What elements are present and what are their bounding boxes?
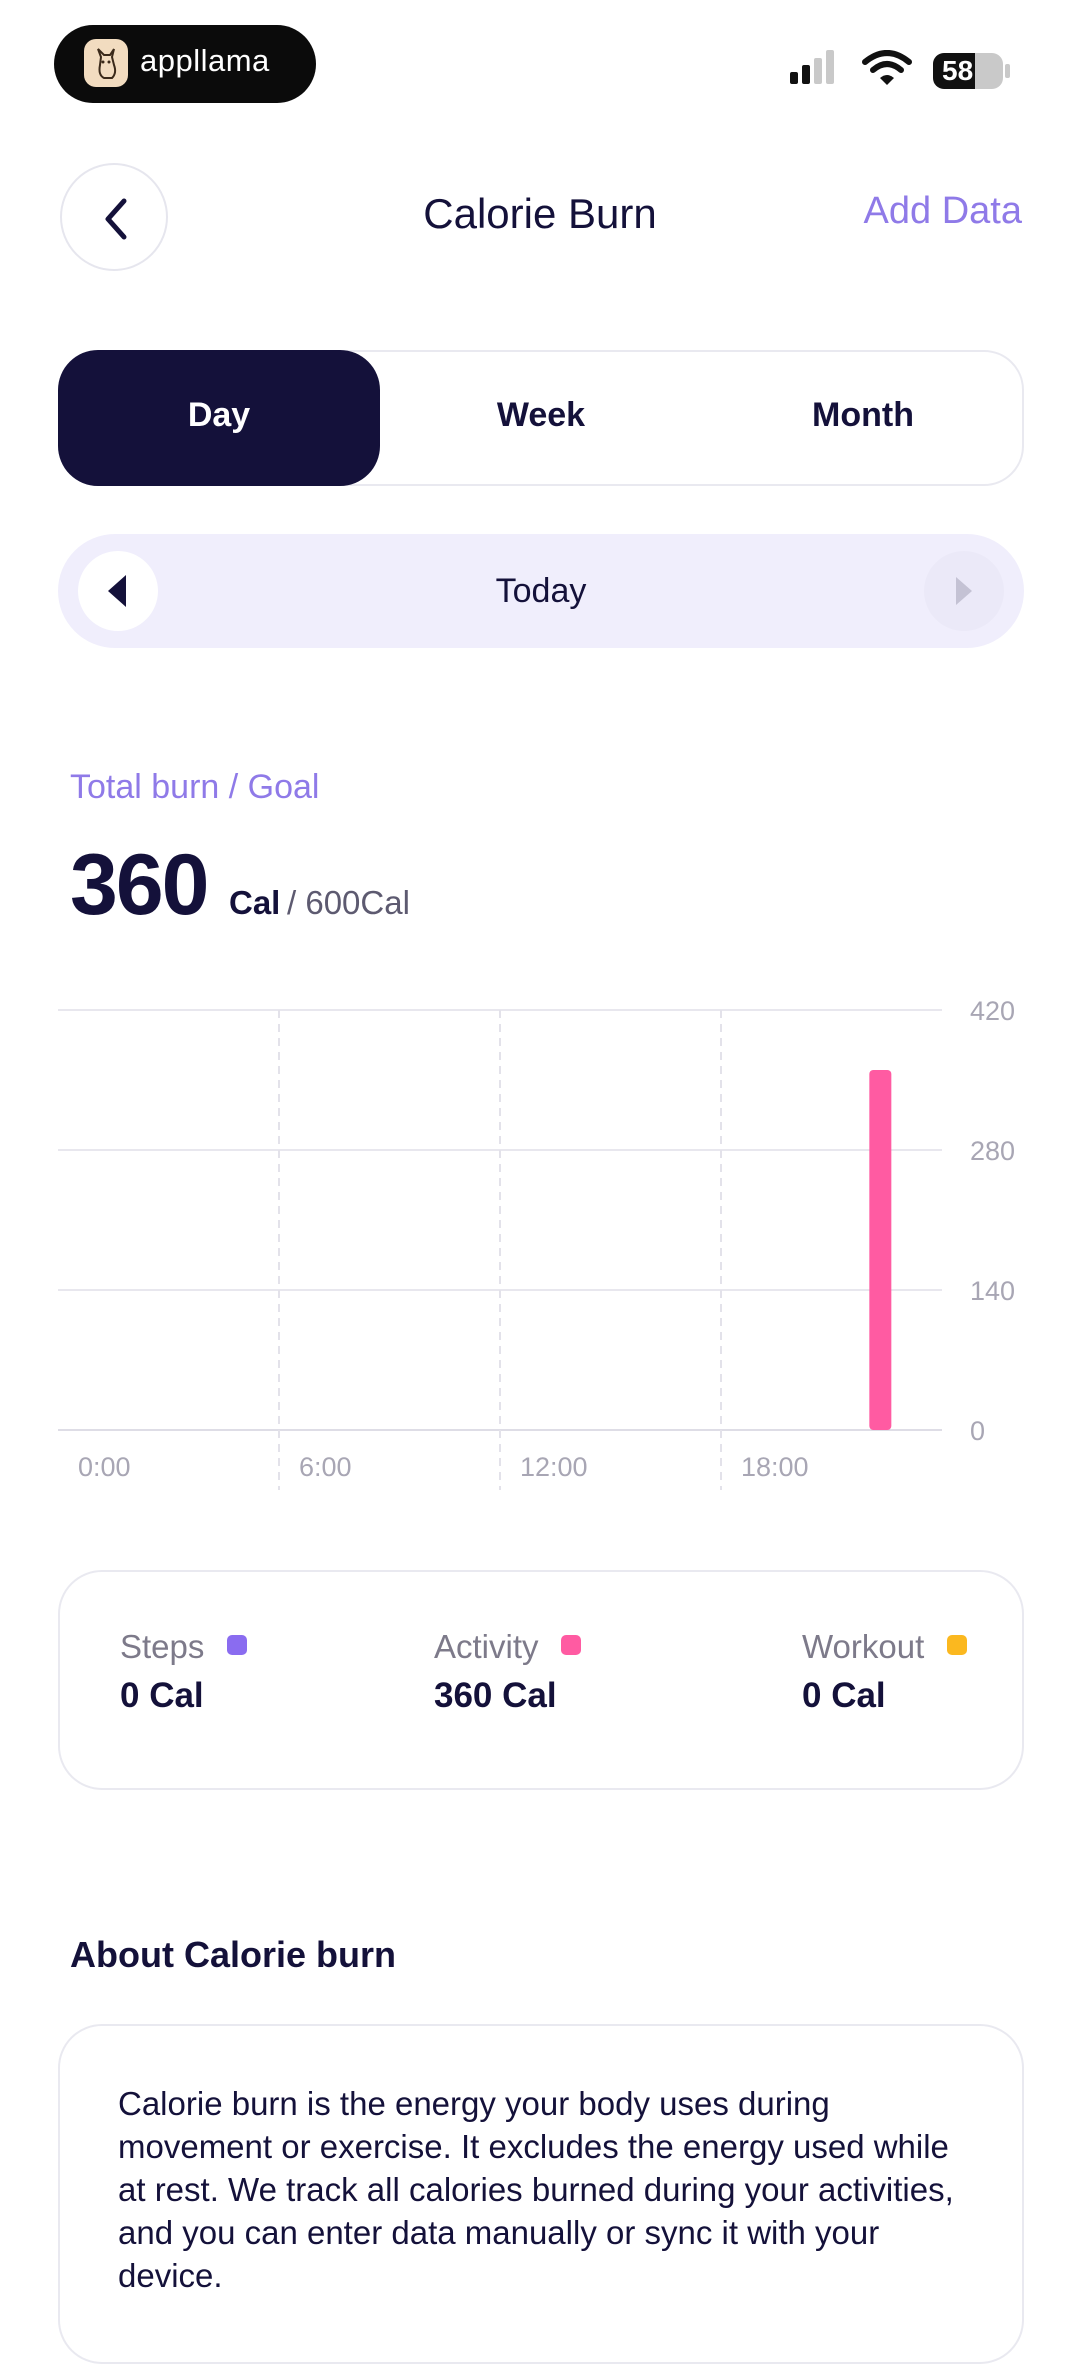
about-card: Calorie burn is the energy your body use…	[58, 2024, 1024, 2364]
steps-color-dot	[226, 1635, 247, 1655]
tab-day[interactable]: Day	[58, 396, 380, 435]
legend-item-workout: Workout 0 Cal	[802, 1628, 967, 1716]
about-title: About Calorie burn	[70, 1934, 396, 1975]
x-tick-label: 0:00	[78, 1452, 131, 1482]
legend-item-steps: Steps 0 Cal	[120, 1628, 247, 1716]
breakdown-card: Steps 0 Cal Activity 360 Cal Workout 0 C…	[58, 1570, 1024, 1790]
y-tick-label: 0	[970, 1416, 985, 1446]
activity-color-dot	[560, 1635, 581, 1655]
legend-name: Steps	[120, 1628, 205, 1665]
x-tick-label: 18:00	[741, 1452, 809, 1482]
triangle-right-icon	[956, 577, 972, 605]
y-tick-label: 140	[970, 1276, 1015, 1306]
legend-name: Activity	[434, 1628, 539, 1665]
legend-name: Workout	[802, 1628, 925, 1665]
brand-badge: appllama	[54, 25, 316, 103]
tab-month[interactable]: Month	[702, 396, 1024, 435]
next-day-button[interactable]	[924, 551, 1004, 631]
y-tick-label: 280	[970, 1136, 1015, 1166]
legend-value: 0 Cal	[802, 1676, 886, 1715]
x-tick-label: 6:00	[299, 1452, 352, 1482]
legend-value: 0 Cal	[120, 1676, 204, 1715]
total-burn-value: 360	[70, 837, 209, 933]
legend-value: 360 Cal	[434, 1676, 557, 1715]
calorie-burn-chart: 420 280 140 0 0:00 6:00 12:00 18:00	[58, 996, 1015, 1490]
workout-color-dot	[946, 1635, 967, 1655]
bar-activity	[869, 1070, 892, 1430]
cellular-signal-icon	[790, 50, 834, 84]
date-label: Today	[495, 572, 587, 610]
goal-value: / 600Cal	[287, 884, 410, 921]
total-burn-label: Total burn / Goal	[70, 768, 320, 806]
triangle-left-icon	[108, 575, 126, 607]
battery-icon: 58	[932, 52, 1010, 89]
y-tick-label: 420	[970, 996, 1015, 1026]
tab-week[interactable]: Week	[380, 396, 702, 435]
date-navigator: Today	[58, 534, 1024, 648]
total-burn-unit: Cal	[229, 884, 281, 921]
wifi-icon	[862, 50, 912, 85]
add-data-button[interactable]: Add Data	[864, 190, 1022, 233]
x-tick-label: 12:00	[520, 1452, 588, 1482]
about-text: Calorie burn is the energy your body use…	[118, 2085, 954, 2294]
previous-day-button[interactable]	[78, 551, 158, 631]
brand-name: appllama	[140, 43, 270, 78]
llama-logo-icon	[84, 39, 128, 87]
legend-item-activity: Activity 360 Cal	[434, 1628, 581, 1716]
battery-level: 58	[942, 55, 974, 86]
